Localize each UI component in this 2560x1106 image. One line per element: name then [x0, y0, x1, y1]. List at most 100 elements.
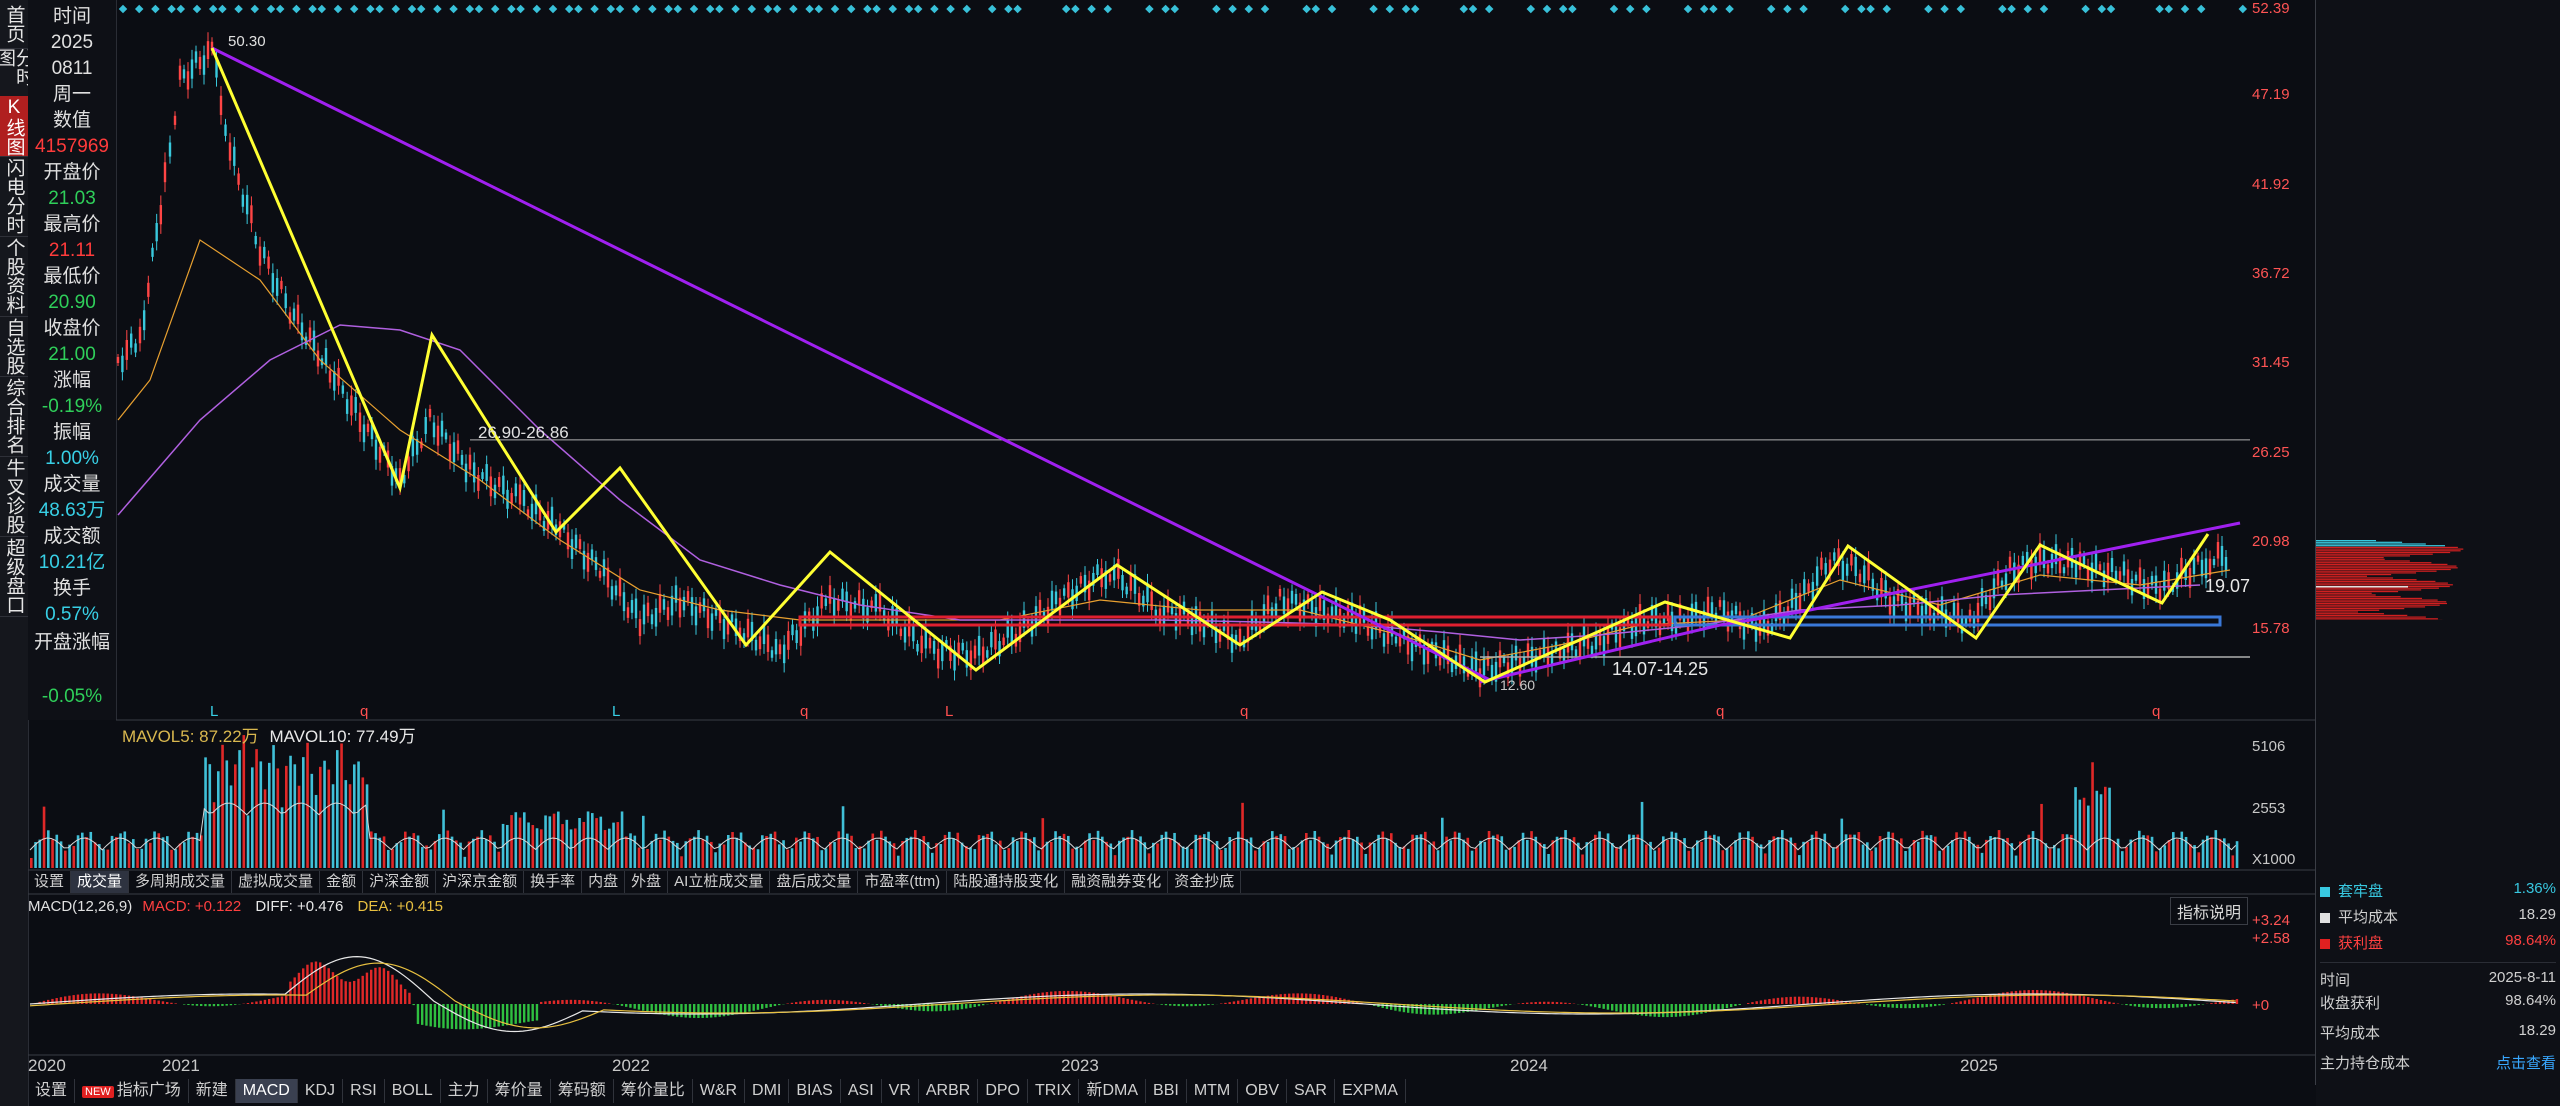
macd-bar [1220, 1003, 1223, 1004]
macd-bar [1700, 1004, 1703, 1014]
candle-body [912, 625, 915, 642]
candle-body [130, 333, 133, 348]
macd-bar [548, 1000, 551, 1004]
volume-bar [688, 838, 692, 868]
subtab-1[interactable]: 成交量 [71, 871, 130, 893]
macd-bar [2193, 1004, 2196, 1006]
bottom-tab-22[interactable]: OBV [1238, 1079, 1288, 1103]
bottom-tab-0[interactable]: 设置 [28, 1079, 76, 1103]
indicator-help-button[interactable]: 指标说明 [2170, 897, 2249, 925]
signal-dot [1385, 4, 1395, 14]
candle-body [350, 395, 353, 416]
macd-bar [1772, 998, 1775, 1004]
macd-bar [1521, 1003, 1525, 1004]
candle-body [650, 614, 654, 625]
macd-bar [272, 998, 275, 1004]
bottom-tab-23[interactable]: SAR [1287, 1079, 1335, 1103]
candle-body [194, 51, 198, 63]
bottom-tab-12[interactable]: DMI [745, 1079, 790, 1103]
subtab-9[interactable]: 外盘 [625, 871, 669, 893]
bottom-tab-18[interactable]: TRIX [1028, 1079, 1080, 1103]
macd-bar [1866, 1004, 1869, 1005]
rp-main-link[interactable]: 点击查看 [2496, 1052, 2556, 1073]
macd-bar [693, 1004, 696, 1018]
subtab-0[interactable]: 设置 [28, 871, 72, 893]
subtab-3[interactable]: 虚拟成交量 [232, 871, 321, 893]
signal-dot [930, 4, 939, 14]
macd-bar [1670, 1004, 1673, 1017]
bottom-tab-7[interactable]: 主力 [441, 1079, 488, 1103]
macd-bar [1985, 995, 1988, 1004]
macd-bar [752, 1004, 755, 1011]
bottom-tab-9[interactable]: 筹码额 [551, 1079, 614, 1103]
bottom-tab-2[interactable]: 新建 [189, 1079, 236, 1103]
candle-body [186, 71, 190, 90]
subtab-10[interactable]: AI立桩成交量 [668, 871, 771, 893]
bottom-tab-10[interactable]: 筹价量比 [614, 1079, 693, 1103]
bottom-tab-5[interactable]: RSI [343, 1079, 385, 1103]
candle-body [626, 607, 630, 618]
kline-chart[interactable]: 50.30 26.90-26.86 14.07-14.25 12.60 19.07 L q L… [0, 0, 2316, 1080]
bottom-tab-6[interactable]: BOLL [385, 1079, 441, 1103]
bottom-tab-8[interactable]: 筹价量 [488, 1079, 551, 1103]
volume-bar [744, 842, 747, 868]
bottom-tab-20[interactable]: BBI [1146, 1079, 1187, 1103]
macd-bar [850, 1001, 853, 1004]
bottom-tab-11[interactable]: W&R [693, 1079, 746, 1103]
macd-bar [2210, 1003, 2213, 1004]
subtab-8[interactable]: 内盘 [582, 871, 626, 893]
macd-bar [1254, 997, 1257, 1004]
macd-bar [289, 981, 292, 1004]
bottom-tab-15[interactable]: VR [882, 1079, 919, 1103]
subtab-4[interactable]: 金额 [320, 871, 364, 893]
candle-body [481, 472, 484, 479]
macd-bar [1249, 998, 1253, 1004]
bottom-tab-19[interactable]: 新DMA [1079, 1079, 1147, 1103]
chip-bar [2316, 606, 2426, 608]
macd-bar [1385, 1004, 1389, 1009]
macd-bar [2040, 990, 2043, 1004]
subtab-6[interactable]: 沪深京金额 [436, 871, 525, 893]
macd-bar [1241, 999, 1244, 1004]
volume-bar [1623, 848, 1627, 868]
subtab-15[interactable]: 资金抄底 [1168, 871, 1242, 893]
signal-dot [1212, 4, 1221, 14]
macd-bar [582, 1000, 585, 1004]
bottom-tab-16[interactable]: ARBR [919, 1079, 979, 1103]
bottom-tab-13[interactable]: BIAS [789, 1079, 841, 1103]
subtab-13[interactable]: 陆股通持股变化 [947, 871, 1066, 893]
volume-bar [336, 750, 339, 868]
candle-body [2122, 561, 2126, 576]
subtab-2[interactable]: 多周期成交量 [129, 871, 233, 893]
subtab-7[interactable]: 换手率 [524, 871, 583, 893]
subtab-11[interactable]: 盘后成交量 [770, 871, 859, 893]
subtab-12[interactable]: 市盈率(ttm) [858, 871, 948, 893]
bottom-tab-14[interactable]: ASI [841, 1079, 882, 1103]
bottom-tab-4[interactable]: KDJ [298, 1079, 344, 1103]
volume-bar [1492, 835, 1495, 868]
volume-bar [1989, 836, 1992, 868]
volume-bar [106, 849, 110, 868]
macd-bar [1496, 1004, 1499, 1007]
macd-bar [136, 996, 139, 1004]
subtab-14[interactable]: 融资融券变化 [1065, 871, 1169, 893]
volume-bar [310, 773, 314, 868]
volume-bar [1028, 838, 1032, 868]
bottom-tab-17[interactable]: DPO [978, 1079, 1028, 1103]
volume-bar [620, 811, 624, 868]
bottom-tab-1[interactable]: NEW 指标广场 [75, 1079, 189, 1103]
volume-bar [1309, 840, 1312, 868]
subtab-5[interactable]: 沪深金额 [363, 871, 437, 893]
signal-dot [1468, 4, 1478, 14]
volume-bar [1415, 835, 1419, 868]
macd-bar [353, 980, 356, 1004]
candle-body [1006, 620, 1009, 638]
volume-bar [2070, 834, 2073, 868]
volume-bar [47, 830, 50, 868]
bottom-tab-21[interactable]: MTM [1187, 1079, 1239, 1103]
volume-bar [85, 837, 88, 868]
macd-bar [314, 961, 318, 1004]
bottom-tab-24[interactable]: EXPMA [1335, 1079, 1406, 1103]
bottom-tab-3[interactable]: MACD [235, 1079, 298, 1103]
macd-bar [234, 1004, 237, 1005]
